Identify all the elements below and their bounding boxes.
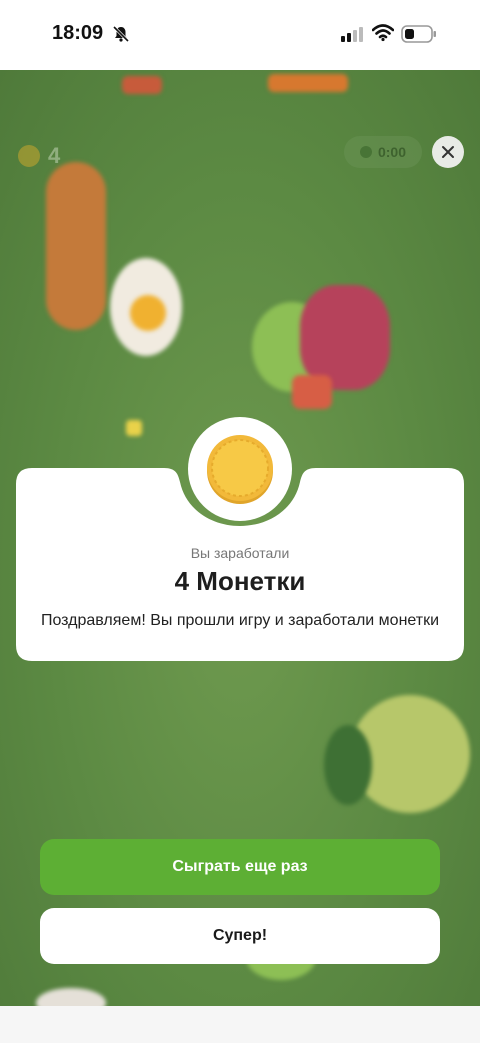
food-piece-image [122,76,162,94]
coin-counter: 4 [18,143,60,169]
timer-icon [359,146,372,158]
tomato-piece-image [292,375,332,409]
coin-badge [188,417,292,521]
battery-icon [401,25,437,48]
status-bar: 18:09 [0,0,480,70]
bottom-bar [0,1006,480,1043]
close-button[interactable] [432,136,464,168]
ok-button[interactable]: Супер! [40,908,440,964]
food-piece-image [126,420,142,436]
wifi-icon [371,24,395,47]
close-icon [442,146,454,158]
congrats-text: Поздравляем! Вы прошли игру и заработали… [40,612,440,629]
egg-yolk-image [130,295,166,331]
bread-image [46,162,106,330]
coin-icon [18,145,40,167]
timer-value: 0:00 [377,144,407,160]
coin-icon [207,435,273,504]
earned-label: Вы заработали [190,545,290,561]
bell-off-icon [112,25,130,48]
coin-count: 4 [48,143,61,168]
food-piece-image [36,988,106,1006]
play-again-button[interactable]: Сыграть еще раз [40,839,440,895]
food-piece-image [268,74,348,92]
signal-icon [340,27,364,48]
timer: 0:00 [344,136,422,168]
leaf-image [324,725,372,805]
coins-earned-title: 4 Монетки [174,566,306,596]
clock: 18:09 [52,22,104,44]
